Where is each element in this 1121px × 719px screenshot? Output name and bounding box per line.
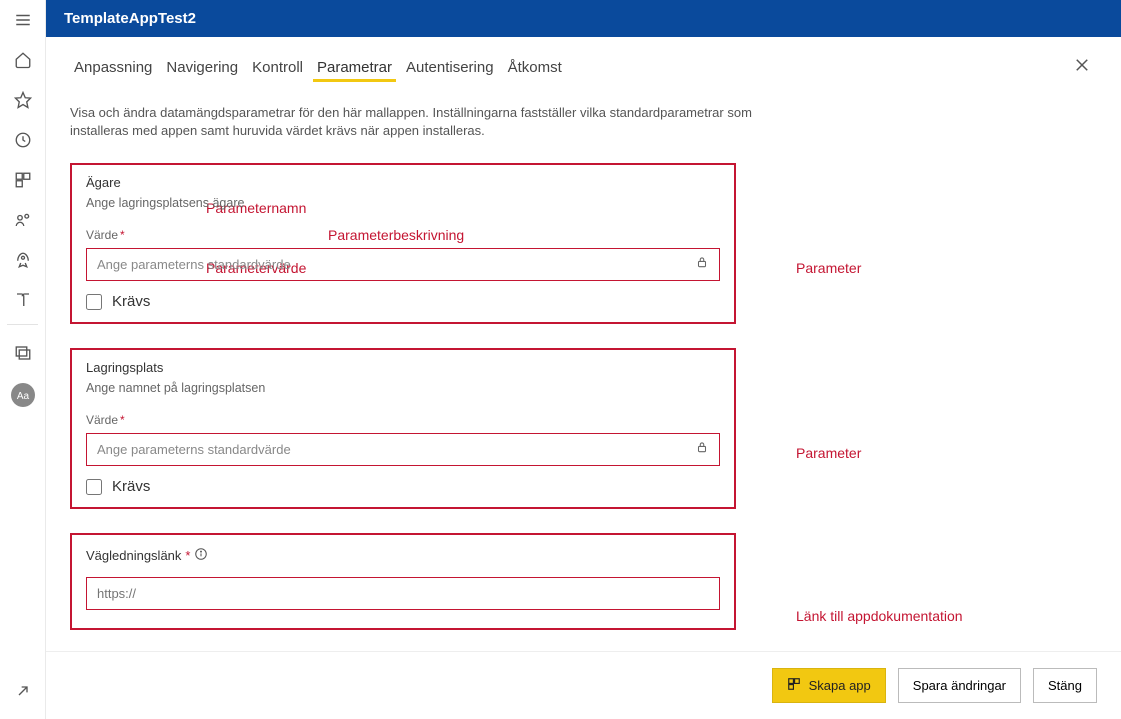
guidance-link-card: Vägledningslänk *: [70, 533, 736, 630]
home-icon[interactable]: [0, 40, 46, 80]
lock-icon: [695, 440, 709, 459]
expand-icon[interactable]: [0, 671, 46, 711]
tab-anpassning[interactable]: Anpassning: [70, 55, 156, 82]
parameter-title: Ägare: [86, 175, 720, 190]
create-app-button[interactable]: Skapa app: [772, 668, 886, 703]
tab-atkomst[interactable]: Åtkomst: [504, 55, 566, 82]
parameter-description: Ange namnet på lagringsplatsen: [86, 381, 720, 395]
parameter-value-label: Värde*: [86, 228, 720, 242]
guidance-label: Vägledningslänk *: [86, 547, 208, 564]
tabs: Anpassning Navigering Kontroll Parametra…: [70, 55, 1101, 82]
parameter-title: Lagringsplats: [86, 360, 720, 375]
left-nav-rail: Aa: [0, 0, 46, 719]
annotation-doc-link: Länk till appdokumentation: [796, 608, 963, 624]
parameter-card-storage: Lagringsplats Ange namnet på lagringspla…: [70, 348, 736, 509]
workspace-avatar-icon[interactable]: Aa: [0, 375, 46, 415]
parameter-value-label: Värde*: [86, 413, 720, 427]
annotation-parameter-1: Parameter: [796, 260, 861, 276]
tab-kontroll[interactable]: Kontroll: [248, 55, 307, 82]
create-app-label: Skapa app: [809, 678, 871, 693]
lock-icon: [695, 255, 709, 274]
tab-description: Visa och ändra datamängdsparametrar för …: [70, 104, 800, 139]
parameter-value-input-wrap: [86, 433, 720, 466]
parameter-description: Ange lagringsplatsens ägare: [86, 196, 720, 210]
required-checkbox[interactable]: [86, 294, 102, 310]
guidance-link-input[interactable]: [86, 577, 720, 610]
required-checkbox[interactable]: [86, 479, 102, 495]
recent-icon[interactable]: [0, 120, 46, 160]
app-title: TemplateAppTest2: [46, 0, 1121, 37]
tab-parametrar[interactable]: Parametrar: [313, 55, 396, 82]
parameter-value-input[interactable]: [97, 257, 695, 272]
shared-icon[interactable]: [0, 200, 46, 240]
parameter-value-input[interactable]: [97, 442, 695, 457]
tab-navigering[interactable]: Navigering: [162, 55, 242, 82]
required-row[interactable]: Krävs: [86, 293, 720, 310]
workspaces-icon[interactable]: [0, 333, 46, 373]
tab-autentisering[interactable]: Autentisering: [402, 55, 498, 82]
learn-icon[interactable]: [0, 280, 46, 320]
close-button[interactable]: Stäng: [1033, 668, 1097, 703]
tab-content: Anpassning Navigering Kontroll Parametra…: [46, 37, 1121, 651]
star-icon[interactable]: [0, 80, 46, 120]
info-icon: [194, 547, 208, 564]
footer-actions: Skapa app Spara ändringar Stäng: [46, 651, 1121, 719]
menu-icon[interactable]: [0, 0, 46, 40]
apps-icon: [787, 677, 801, 694]
parameter-card-owner: Ägare Ange lagringsplatsens ägare Värde*…: [70, 163, 736, 324]
save-changes-button[interactable]: Spara ändringar: [898, 668, 1021, 703]
required-label: Krävs: [112, 293, 150, 310]
annotation-parameter-2: Parameter: [796, 445, 861, 461]
parameter-value-input-wrap: [86, 248, 720, 281]
required-label: Krävs: [112, 478, 150, 495]
main-area: TemplateAppTest2 Anpassning Navigering K…: [46, 0, 1121, 719]
required-row[interactable]: Krävs: [86, 478, 720, 495]
apps-icon[interactable]: [0, 160, 46, 200]
svg-text:Aa: Aa: [16, 391, 29, 402]
deploy-icon[interactable]: [0, 240, 46, 280]
